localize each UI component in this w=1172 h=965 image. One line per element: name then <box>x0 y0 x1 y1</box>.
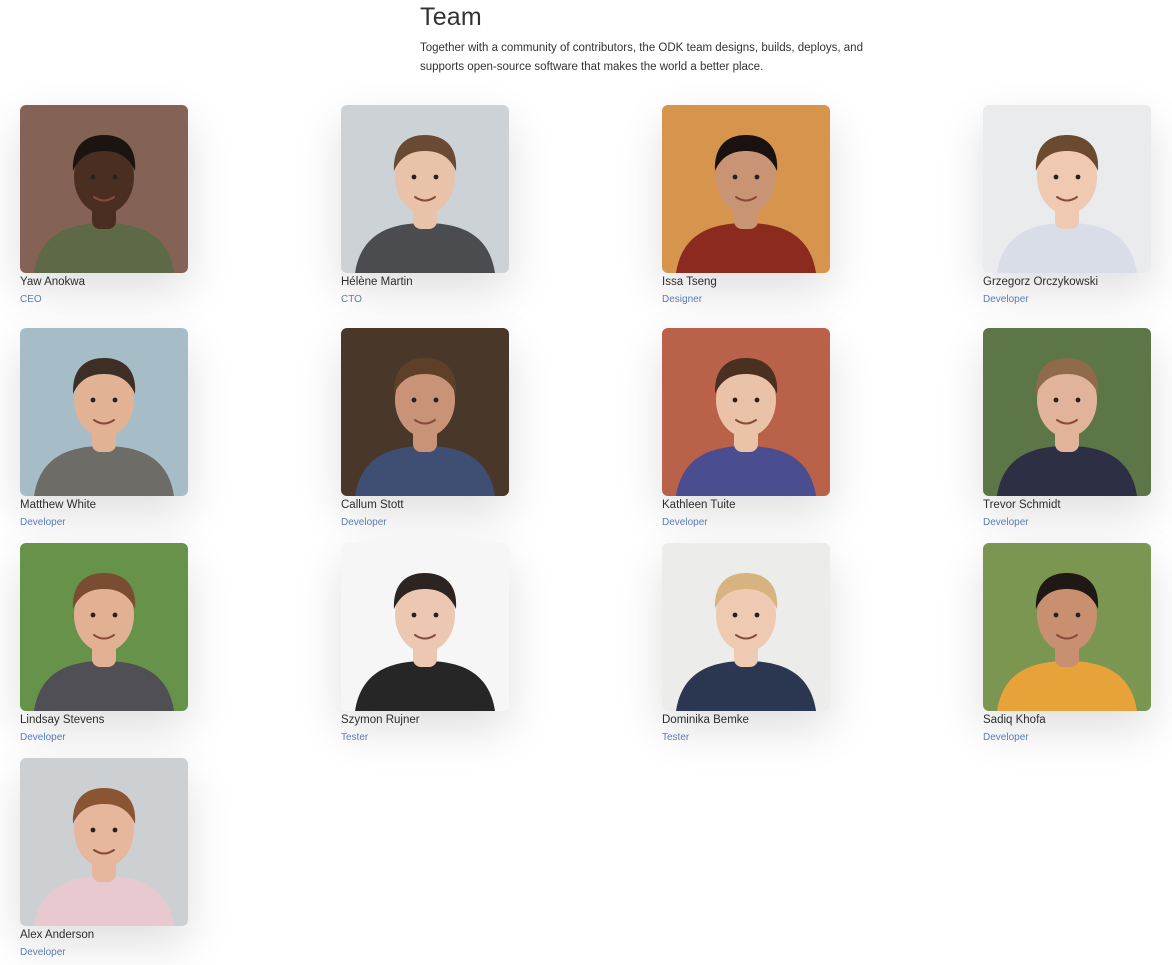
portrait-illustration <box>20 105 188 273</box>
portrait-illustration <box>662 328 830 496</box>
team-member-card: Callum Stott Developer <box>341 328 571 538</box>
portrait-illustration <box>983 105 1151 273</box>
member-name: Yaw Anokwa <box>20 276 85 288</box>
member-photo <box>341 105 509 273</box>
member-role: Developer <box>983 294 1029 305</box>
member-photo <box>20 758 188 926</box>
member-photo <box>662 105 830 273</box>
member-photo <box>341 543 509 711</box>
member-photo <box>983 328 1151 496</box>
portrait-illustration <box>341 105 509 273</box>
member-role: Developer <box>20 947 66 958</box>
team-intro: Together with a community of contributor… <box>420 42 863 73</box>
member-name: Sadiq Khofa <box>983 714 1046 726</box>
portrait-illustration <box>983 328 1151 496</box>
portrait-illustration <box>662 543 830 711</box>
member-role: Designer <box>662 294 703 305</box>
member-name: Trevor Schmidt <box>983 499 1061 511</box>
member-role: Developer <box>983 517 1029 528</box>
portrait-illustration <box>20 543 188 711</box>
member-name: Szymon Rujner <box>341 714 420 726</box>
team-member-card: Lindsay Stevens Developer <box>20 543 250 753</box>
team-header: Team Together with a community of contri… <box>420 0 880 77</box>
member-photo <box>341 328 509 496</box>
member-role: Tester <box>662 732 690 743</box>
member-role: Developer <box>20 732 66 743</box>
member-name: Issa Tseng <box>662 276 717 288</box>
team-member-card: Yaw Anokwa CEO <box>20 105 250 315</box>
page-title: Team <box>420 3 482 31</box>
member-name: Hélène Martin <box>341 276 413 288</box>
member-photo <box>983 543 1151 711</box>
team-member-card: Dominika Bemke Tester <box>662 543 892 753</box>
member-name: Callum Stott <box>341 499 404 511</box>
team-member-card: Kathleen Tuite Developer <box>662 328 892 538</box>
member-role: Developer <box>341 517 387 528</box>
portrait-illustration <box>20 328 188 496</box>
member-role: Tester <box>341 732 369 743</box>
portrait-illustration <box>341 328 509 496</box>
team-member-card: Trevor Schmidt Developer <box>983 328 1172 538</box>
member-name: Alex Anderson <box>20 929 95 941</box>
member-photo <box>662 328 830 496</box>
team-page: Team Together with a community of contri… <box>0 0 1172 965</box>
member-name: Kathleen Tuite <box>662 499 736 511</box>
team-member-card: Szymon Rujner Tester <box>341 543 571 753</box>
team-member-card: Issa Tseng Designer <box>662 105 892 315</box>
portrait-illustration <box>662 105 830 273</box>
portrait-illustration <box>20 758 188 926</box>
member-photo <box>20 105 188 273</box>
team-member-card: Matthew White Developer <box>20 328 250 538</box>
team-member-card: Sadiq Khofa Developer <box>983 543 1172 753</box>
team-member-card: Alex Anderson Developer <box>20 758 250 965</box>
member-photo <box>20 328 188 496</box>
portrait-illustration <box>341 543 509 711</box>
portrait-illustration <box>983 543 1151 711</box>
member-role: Developer <box>662 517 708 528</box>
member-photo <box>662 543 830 711</box>
member-role: Developer <box>20 517 66 528</box>
member-role: CTO <box>341 294 362 305</box>
member-photo <box>20 543 188 711</box>
member-name: Lindsay Stevens <box>20 714 105 726</box>
team-member-card: Grzegorz Orczykowski Developer <box>983 105 1172 315</box>
member-role: Developer <box>983 732 1029 743</box>
team-member-card: Hélène Martin CTO <box>341 105 571 315</box>
member-name: Grzegorz Orczykowski <box>983 276 1099 288</box>
member-name: Dominika Bemke <box>662 714 749 726</box>
member-name: Matthew White <box>20 499 97 511</box>
member-role: CEO <box>20 294 42 305</box>
member-photo <box>983 105 1151 273</box>
